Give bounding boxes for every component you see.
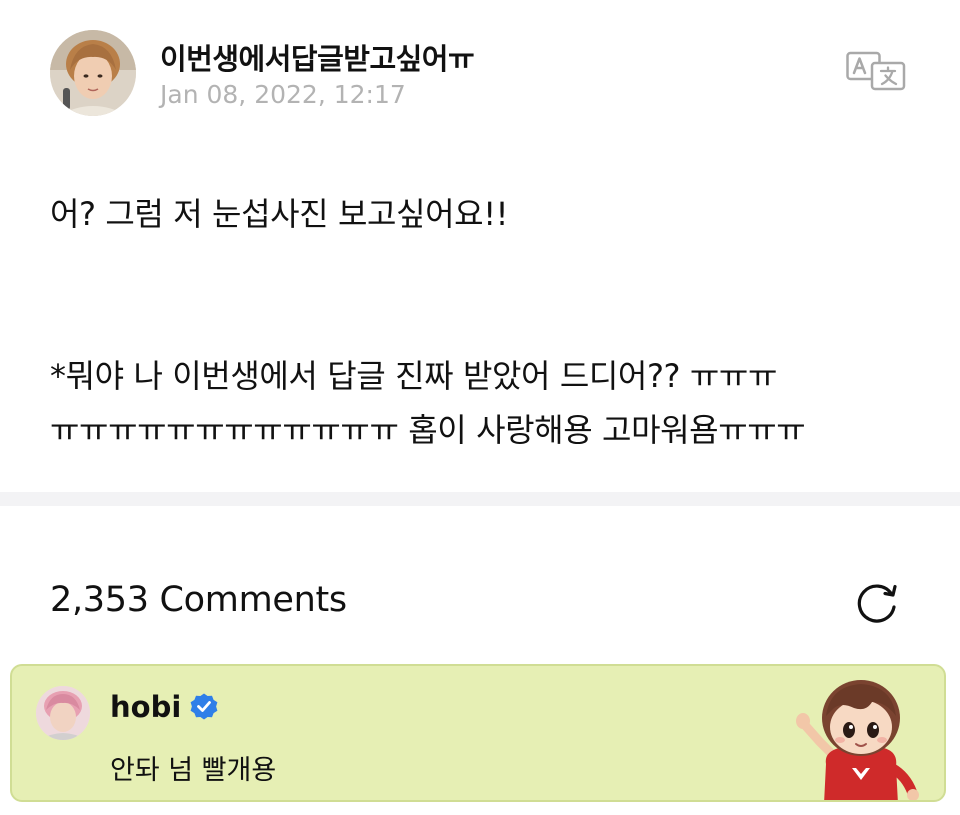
section-divider (0, 492, 960, 506)
refresh-button[interactable] (852, 578, 902, 628)
post-body-line: 어? 그럼 저 눈섭사진 보고싶어요!! (50, 195, 509, 233)
comments-count: 2,353 Comments (50, 580, 347, 620)
translate-button[interactable] (846, 50, 906, 92)
post-body-line: *뭐야 나 이번생에서 답글 진짜 받았어 드디어?? ㅠㅠㅠ (50, 357, 778, 395)
verified-badge-icon (190, 693, 218, 720)
post-header: 이번생에서답글받고싶어ㅠ Jan 08, 2022, 12:17 (50, 30, 910, 120)
comment-text: 안돠 넘 빨개용 (110, 755, 277, 786)
post-timestamp: Jan 08, 2022, 12:17 (160, 80, 406, 109)
highlighted-comment[interactable]: hobi 안돠 넘 빨개용 (10, 664, 946, 802)
post-body: 어? 그럼 저 눈섭사진 보고싶어요!! *뭐야 나 이번생에서 답글 진짜 받… (50, 187, 920, 457)
author-avatar[interactable] (50, 30, 136, 116)
post-body-line: ㅠㅠㅠㅠㅠㅠㅠㅠㅠㅠㅠㅠ 홉이 사랑해용 고마워욤ㅠㅠㅠ (50, 411, 806, 449)
post-author-name[interactable]: 이번생에서답글받고싶어ㅠ (160, 36, 475, 78)
commenter-name[interactable]: hobi (110, 690, 181, 724)
refresh-icon (857, 584, 897, 623)
translate-icon (846, 51, 906, 91)
character-sticker-icon (796, 680, 919, 800)
commenter-avatar[interactable] (36, 686, 90, 740)
